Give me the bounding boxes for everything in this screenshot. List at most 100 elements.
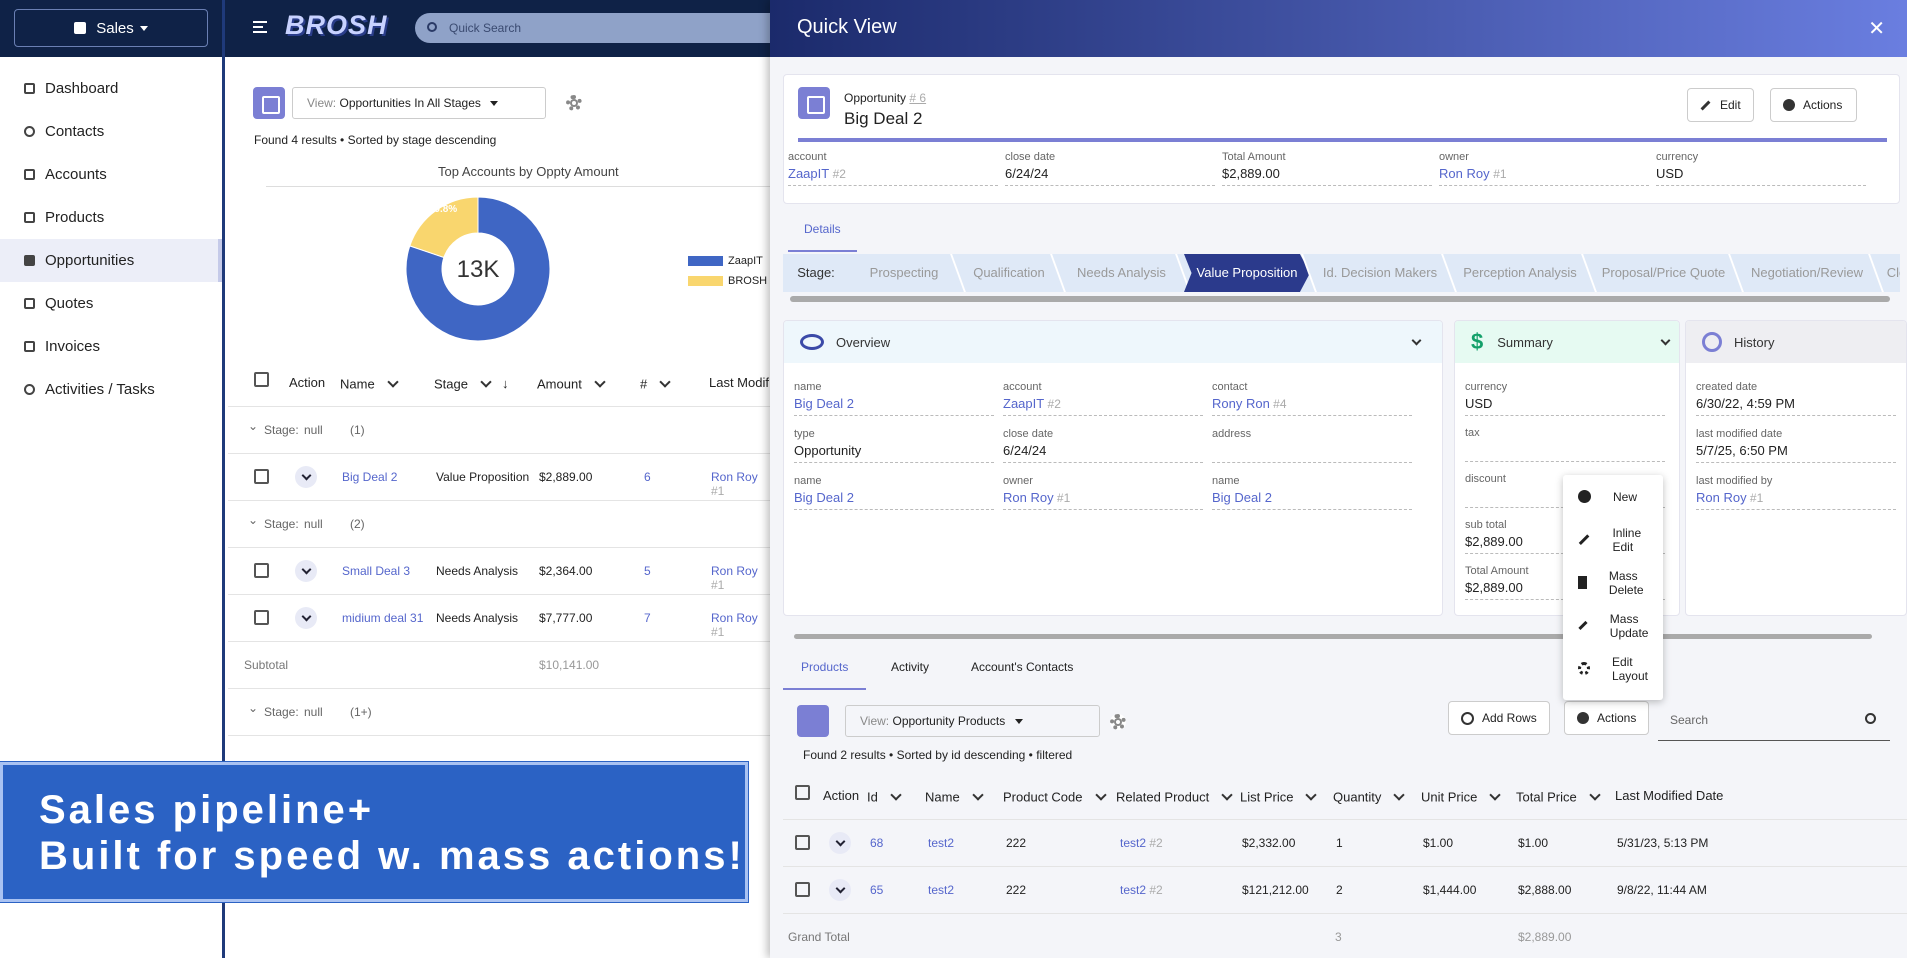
gear-icon[interactable]: [1110, 714, 1126, 730]
select-all-checkbox[interactable]: [254, 372, 269, 387]
sidebar-item-quotes[interactable]: Quotes: [0, 282, 222, 325]
field-value-text[interactable]: Big Deal 2: [1212, 490, 1272, 505]
row-name-link[interactable]: Small Deal 3: [342, 564, 410, 578]
table-row[interactable]: 65 test2 222 test2 #2 $121,212.00 2 $1,444.00 $…: [783, 867, 1907, 914]
menu-item-inline-edit[interactable]: Inline Edit: [1563, 518, 1663, 561]
column-header-name[interactable]: Name: [925, 788, 988, 808]
tab-details[interactable]: Details: [788, 218, 857, 252]
record-id[interactable]: # 6: [909, 91, 926, 105]
menu-collapse-icon[interactable]: [253, 21, 267, 33]
stage-step[interactable]: Proposal/Price Quote: [1590, 254, 1737, 292]
legend-item[interactable]: ZaapIT: [688, 251, 767, 271]
row-checkbox[interactable]: [254, 469, 269, 484]
chevron-down-icon[interactable]: [476, 373, 496, 393]
menu-item-mass-update[interactable]: Mass Update: [1563, 604, 1663, 647]
table-row[interactable]: 68 test2 222 test2 #2 $2,332.00 1 $1.00 $1.00 5/…: [783, 820, 1907, 867]
summary-header[interactable]: $ Summary: [1455, 321, 1679, 363]
chevron-down-icon[interactable]: [1411, 335, 1422, 346]
column-header-stage[interactable]: Stage ↓: [434, 375, 508, 395]
products-actions-button[interactable]: Actions: [1564, 701, 1650, 735]
menu-item-edit-layout[interactable]: Edit Layout: [1563, 647, 1663, 690]
row-id-link[interactable]: 68: [870, 836, 883, 850]
group-row[interactable]: ⌄ Stage: null (1): [228, 407, 770, 454]
row-name-link[interactable]: test2: [928, 883, 954, 897]
owner-link[interactable]: Ron Roy: [1439, 166, 1490, 181]
row-related-product[interactable]: test2 #2: [1120, 883, 1163, 897]
products-search-input[interactable]: Search: [1658, 697, 1890, 741]
chevron-down-icon[interactable]: [383, 373, 403, 393]
tab-products[interactable]: Products: [783, 650, 867, 690]
row-expand-button[interactable]: [829, 879, 851, 901]
row-owner-link[interactable]: Ron Roy #1: [711, 470, 770, 498]
column-header-number[interactable]: #: [640, 375, 675, 395]
row-owner-link[interactable]: Ron Roy #1: [711, 611, 770, 639]
chevron-down-icon[interactable]: [655, 373, 675, 393]
row-expand-button[interactable]: [295, 607, 317, 629]
column-header-id[interactable]: Id: [867, 788, 906, 808]
row-id-link[interactable]: 65: [870, 883, 883, 897]
app-selector[interactable]: Sales: [14, 9, 208, 47]
stage-step[interactable]: Perception Analysis: [1450, 254, 1590, 292]
sidebar-item-opportunities[interactable]: Opportunities: [0, 239, 222, 282]
sidebar-item-products[interactable]: Products: [0, 196, 222, 239]
row-number[interactable]: 5: [644, 564, 651, 578]
field-value-text[interactable]: Ron Roy: [1696, 490, 1747, 505]
stage-step[interactable]: Value Proposition: [1184, 254, 1310, 292]
chevron-down-icon[interactable]: [590, 373, 610, 393]
view-selector[interactable]: View: Opportunities In All Stages: [292, 87, 546, 119]
sidebar-item-activities[interactable]: Activities / Tasks: [0, 368, 222, 411]
row-owner-link[interactable]: Ron Roy #1: [711, 564, 770, 592]
table-row[interactable]: Big Deal 2 Value Proposition $2,889.00 6…: [228, 454, 770, 501]
sidebar-item-invoices[interactable]: Invoices: [0, 325, 222, 368]
row-name-link[interactable]: test2: [928, 836, 954, 850]
stage-step[interactable]: Closed: [1877, 254, 1900, 292]
legend-item[interactable]: BROSH: [688, 271, 767, 291]
menu-item-new[interactable]: New: [1563, 475, 1663, 518]
overview-header[interactable]: Overview: [784, 321, 1442, 363]
column-header-name[interactable]: Name: [340, 375, 403, 395]
sidebar-item-contacts[interactable]: Contacts: [0, 110, 222, 153]
chevron-down-icon[interactable]: ⌄: [248, 701, 258, 715]
field-value-text[interactable]: Big Deal 2: [794, 490, 854, 505]
row-name-link[interactable]: midium deal 31: [342, 611, 423, 625]
add-rows-button[interactable]: Add Rows: [1448, 701, 1550, 735]
stage-step[interactable]: Id. Decision Makers: [1310, 254, 1450, 292]
row-expand-button[interactable]: [829, 832, 851, 854]
column-header-related-product[interactable]: Related Product: [1116, 788, 1237, 808]
table-row[interactable]: Small Deal 3 Needs Analysis $2,364.00 5 …: [228, 548, 770, 595]
field-value-text[interactable]: Big Deal 2: [794, 396, 854, 411]
row-checkbox[interactable]: [795, 882, 810, 897]
row-number[interactable]: 6: [644, 470, 651, 484]
row-related-product[interactable]: test2 #2: [1120, 836, 1163, 850]
horizontal-scrollbar[interactable]: [794, 634, 1872, 639]
group-row[interactable]: ⌄ Stage: null (2): [228, 501, 770, 548]
row-number[interactable]: 7: [644, 611, 651, 625]
group-row[interactable]: ⌄ Stage: null (1+): [228, 689, 770, 736]
quick-search-input[interactable]: Quick Search: [415, 13, 770, 43]
column-header-total-price[interactable]: Total Price: [1516, 788, 1605, 808]
select-all-checkbox[interactable]: [795, 785, 810, 800]
close-icon[interactable]: ✕: [1868, 16, 1885, 41]
field-value-text[interactable]: Rony Ron: [1212, 396, 1270, 411]
row-name-link[interactable]: Big Deal 2: [342, 470, 397, 484]
stage-step[interactable]: Prospecting: [849, 254, 959, 292]
row-checkbox[interactable]: [254, 610, 269, 625]
sidebar-item-accounts[interactable]: Accounts: [0, 153, 222, 196]
account-link[interactable]: ZaapIT: [788, 166, 829, 181]
menu-item-mass-delete[interactable]: Mass Delete: [1563, 561, 1663, 604]
column-header-quantity[interactable]: Quantity: [1333, 788, 1409, 808]
horizontal-scrollbar[interactable]: [790, 296, 1890, 302]
row-expand-button[interactable]: [295, 466, 317, 488]
actions-button[interactable]: Actions: [1770, 88, 1857, 122]
chevron-down-icon[interactable]: ⌄: [248, 419, 258, 433]
history-header[interactable]: History: [1686, 321, 1906, 363]
sidebar-item-dashboard[interactable]: Dashboard: [0, 67, 222, 110]
chevron-down-icon[interactable]: [1660, 335, 1671, 346]
column-header-list-price[interactable]: List Price: [1240, 788, 1321, 808]
tab-accounts-contacts[interactable]: Account's Contacts: [953, 650, 1091, 690]
edit-button[interactable]: Edit: [1687, 88, 1754, 122]
table-row[interactable]: midium deal 31 Needs Analysis $7,777.00 …: [228, 595, 770, 642]
column-header-unit-price[interactable]: Unit Price: [1421, 788, 1505, 808]
tab-activity[interactable]: Activity: [873, 650, 947, 690]
column-header-product-code[interactable]: Product Code: [1003, 788, 1111, 808]
